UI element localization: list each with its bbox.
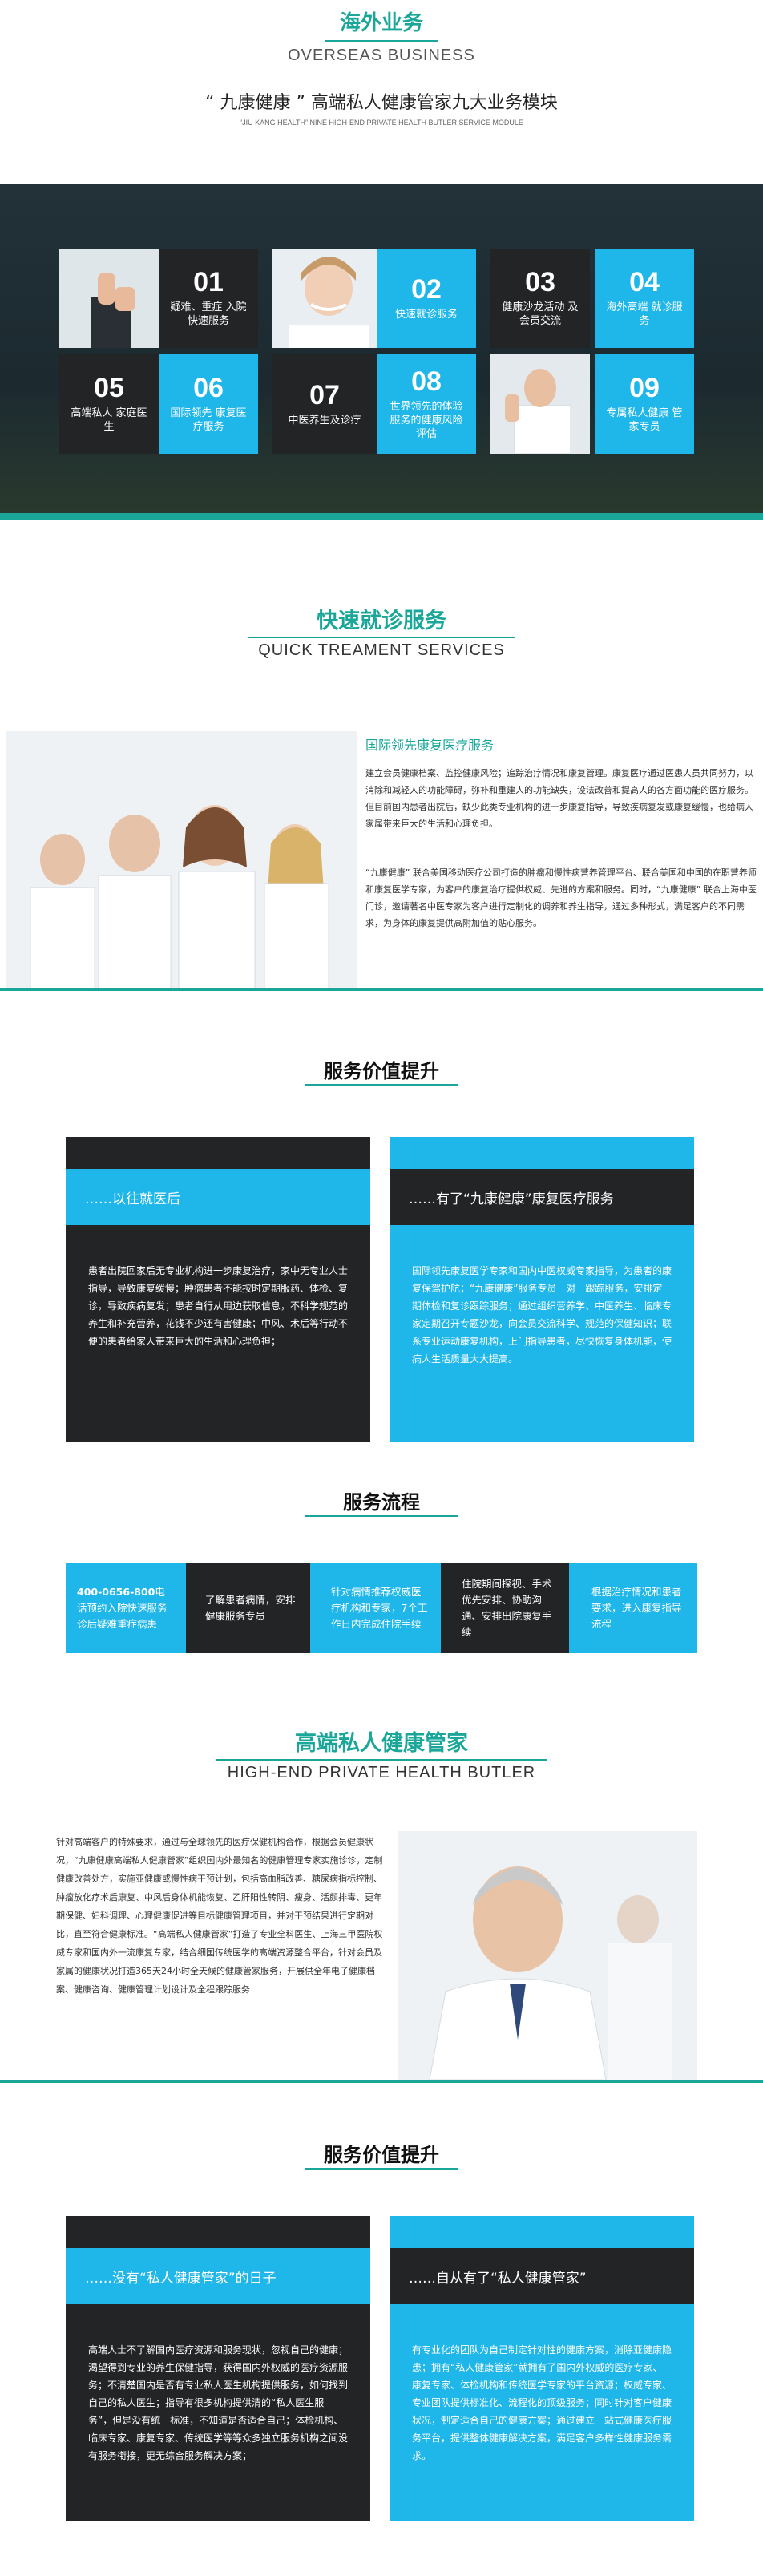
value2-title: 服务价值提升	[324, 2144, 439, 2166]
module-01-number: 01	[193, 267, 224, 297]
nurse-photo	[272, 249, 377, 348]
quick-section-heading: 国际领先康复医疗服务	[365, 738, 495, 753]
module-06-label: 国际领先 康复医疗服务	[170, 407, 247, 433]
quick-divider	[0, 988, 763, 991]
flow-step-4: 住院期间探视、手术优先安排、协助沟通、安排出院康复手续	[441, 1563, 569, 1653]
value2-underline	[305, 2168, 458, 2170]
value2-before-card: ……没有“私人健康管家”的日子 高端人士不了解国内医疗资源和服务现状，忽视自己的…	[66, 2216, 370, 2521]
modules-band	[0, 184, 763, 520]
module-01[interactable]: 01 疑难、重症 入院快速服务	[159, 249, 258, 348]
module-06-number: 06	[193, 373, 224, 403]
module-04[interactable]: 04 海外高端 就诊服务	[595, 249, 694, 348]
module-05-label: 高端私人 家庭医生	[71, 407, 147, 433]
quick-paragraph-1: 建立会员健康档案、监控健康风险；追踪治疗情况和康复管理。康复医疗通过医患人员共同…	[365, 768, 753, 829]
value2-before-header: ……没有“私人健康管家”的日子	[66, 2248, 370, 2304]
value2-after-body: 有专业化的团队为自己制定针对性的健康方案，消除亚健康隐患；拥有“私人健康管家”就…	[412, 2344, 672, 2461]
flow-step-1: 400-0656-800电话预约入院快速服务诊后疑难重症病患	[66, 1563, 186, 1653]
butler-underline	[216, 1759, 547, 1761]
value1-after-body: 国际领先康复医学专家和国内中医权威专家指导，为患者的康复保驾护航；“九康健康”服…	[412, 1265, 672, 1365]
quick-title: 快速就诊服务	[317, 609, 446, 633]
value1-before-card: ……以往就医后 患者出院回家后无专业机构进一步康复治疗，家中无专业人士指导，导致…	[66, 1137, 370, 1442]
module-09-number: 09	[629, 373, 660, 403]
value2-before-body: 高端人士不了解国内医疗资源和服务现状，忽视自己的健康；渴望得到专业的养生保健指导…	[88, 2344, 349, 2461]
butler-subtitle: HIGH-END PRIVATE HEALTH BUTLER	[227, 1764, 536, 1781]
module-title: “ 九康健康 ” 高端私人健康管家九大业务模块	[205, 93, 558, 113]
value2-after-card: ……自从有了“私人健康管家” 有专业化的团队为自己制定针对性的健康方案，消除亚健…	[390, 2216, 694, 2521]
module-02-number: 02	[411, 273, 442, 305]
module-03-label: 健康沙龙活动 及会员交流	[502, 301, 579, 327]
module-05-number: 05	[94, 373, 124, 403]
value2-after-header: ……自从有了“私人健康管家”	[390, 2248, 694, 2304]
doctor-thumbs-up-photo	[490, 354, 590, 454]
module-08-label: 世界领先的体验 服务的健康风险 评估	[390, 400, 463, 440]
module-05[interactable]: 05 高端私人 家庭医生	[59, 354, 159, 454]
module-02[interactable]: 02 快速就诊服务	[377, 249, 476, 348]
module-04-number: 04	[629, 267, 660, 297]
overseas-subtitle: OVERSEAS BUSINESS	[288, 47, 475, 64]
value1-title: 服务价值提升	[324, 1060, 439, 1082]
flow-title: 服务流程	[343, 1491, 420, 1514]
butler-paragraph: 针对高端客户的特殊要求，通过与全球领先的医疗保健机构合作，根据会员健康状况，“九…	[56, 1837, 383, 1995]
module-04-label: 海外高端 就诊服务	[606, 301, 683, 327]
senior-doctor-photo	[398, 1831, 697, 2081]
module-03-number: 03	[525, 267, 555, 297]
flow-step-1-phone: 400-0656-800	[77, 1586, 155, 1598]
module-08[interactable]: 08 世界领先的体验 服务的健康风险 评估	[377, 354, 476, 454]
flow-step-3: 针对病情推荐权威医疗机构和专家，7个工作日内完成住院手续	[310, 1563, 441, 1653]
module-09-label: 专属私人健康 管家专员	[606, 407, 683, 433]
value1-after-header: ……有了“九康健康”康复医疗服务	[390, 1169, 694, 1225]
overseas-title: 海外业务	[339, 11, 423, 35]
flow-step-5: 根据治疗情况和患者要求，进入康复指导流程	[569, 1563, 697, 1653]
value1-before-body: 患者出院回家后无专业机构进一步康复治疗，家中无专业人士指导，导致康复缓慢；肿瘤患…	[88, 1265, 349, 1347]
module-subtitle: “JIU KANG HEALTH” NINE HIGH-END PRIVATE …	[240, 119, 523, 127]
value1-before-header: ……以往就医后	[66, 1169, 370, 1225]
flow-underline	[305, 1515, 458, 1517]
module-08-number: 08	[411, 366, 442, 397]
thumbs-up-photo	[59, 249, 159, 348]
flow-step-2: 了解患者病情，安排健康服务专员	[186, 1563, 310, 1653]
module-07-number: 07	[309, 379, 340, 410]
module-07[interactable]: 07 中医养生及诊疗	[272, 354, 377, 454]
value1-after-card: ……有了“九康健康”康复医疗服务 国际领先康复医学专家和国内中医权威专家指导，为…	[390, 1137, 694, 1442]
module-06[interactable]: 06 国际领先 康复医疗服务	[159, 354, 258, 454]
module-02-label: 快速就诊服务	[394, 308, 458, 321]
module-07-label: 中医养生及诊疗	[288, 414, 361, 427]
module-01-label: 疑难、重症 入院快速服务	[170, 301, 247, 327]
title-underline	[325, 40, 438, 42]
quick-paragraph-2: “九康健康” 联合美国移动医疗公司打造的肿瘤和慢性病营养管理平台、联合美国和中国…	[365, 867, 757, 928]
butler-title: 高端私人健康管家	[295, 1731, 468, 1756]
value1-underline	[305, 1084, 458, 1086]
module-09[interactable]: 09 专属私人健康 管家专员	[595, 354, 694, 454]
quick-underline	[248, 637, 515, 638]
band-bottom-line	[0, 513, 763, 520]
doctors-group-photo	[6, 731, 357, 990]
butler-divider	[0, 2080, 763, 2083]
quick-subtitle: QUICK TREAMENT SERVICES	[258, 641, 505, 659]
module-03[interactable]: 03 健康沙龙活动 及会员交流	[490, 249, 590, 348]
